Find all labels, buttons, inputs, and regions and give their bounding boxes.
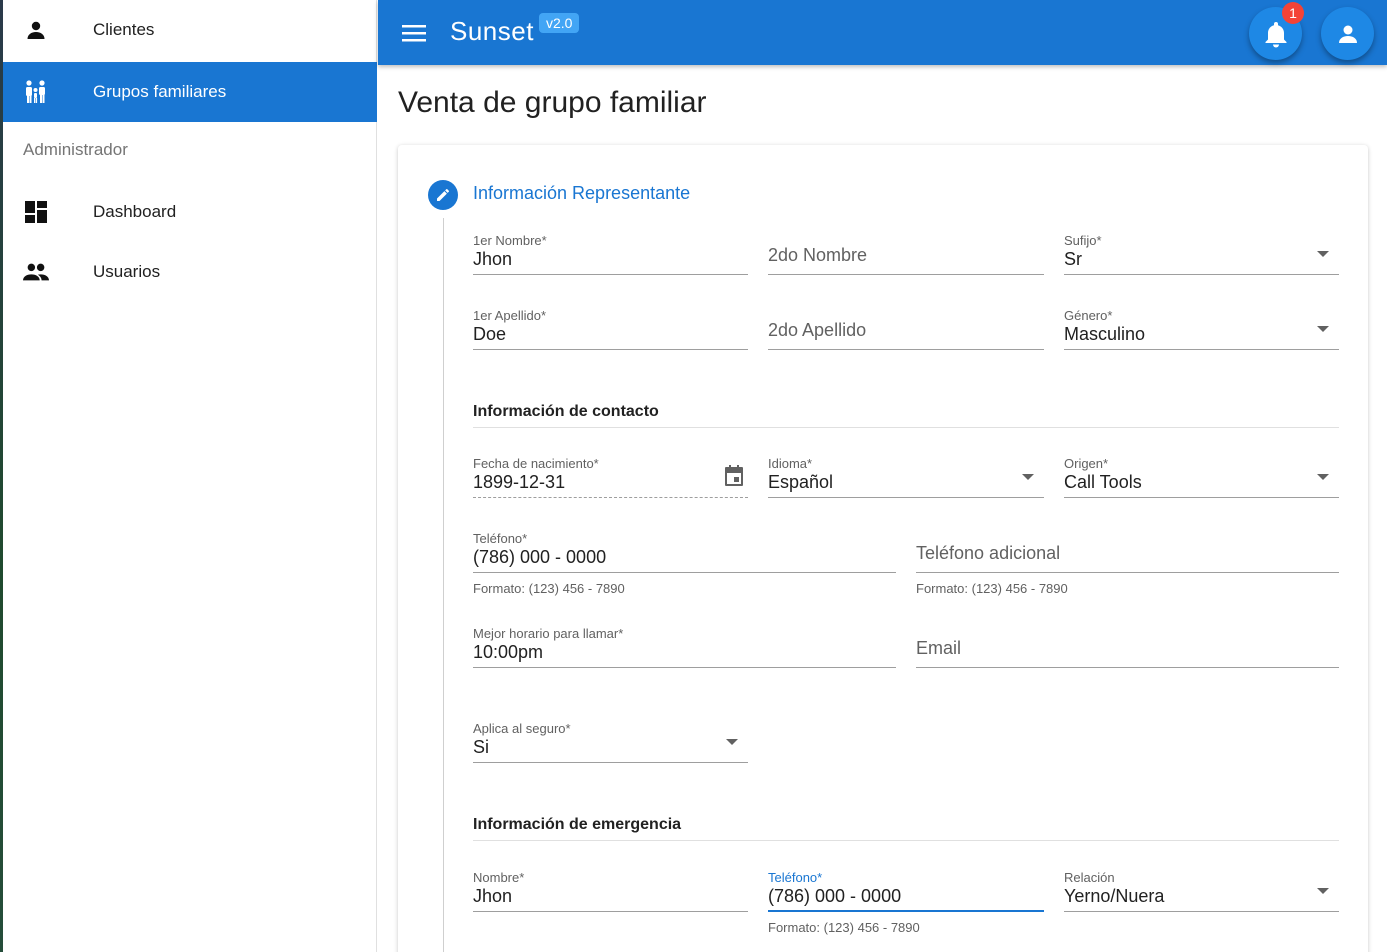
step-edit-indicator	[428, 180, 458, 210]
emergency-section-header: Información de emergencia	[473, 811, 1339, 841]
sidebar-item-grupos-familiares[interactable]: Grupos familiares	[3, 62, 377, 122]
dropdown-arrow-icon	[726, 739, 738, 745]
gender-select[interactable]: Género* Masculino	[1064, 300, 1339, 350]
calendar-icon[interactable]	[722, 464, 746, 488]
dropdown-arrow-icon	[1317, 474, 1329, 480]
emergency-phone-format-hint: Formato: (123) 456 - 7890	[768, 920, 920, 935]
sidebar-item-label: Clientes	[93, 20, 155, 39]
extra-phone-format-hint: Formato: (123) 456 - 7890	[916, 581, 1068, 596]
field-value: Español	[768, 472, 834, 492]
menu-icon	[402, 25, 426, 42]
field-label: Nombre*	[473, 870, 525, 885]
phone-field[interactable]: Teléfono* (786) 000 - 0000	[473, 523, 896, 573]
language-select[interactable]: Idioma* Español	[768, 448, 1044, 498]
first-name-field[interactable]: 1er Nombre* Jhon	[473, 225, 748, 275]
person-icon	[23, 18, 49, 42]
field-label: Teléfono*	[768, 870, 823, 885]
field-value: Jhon	[473, 249, 513, 269]
extra-phone-field[interactable]: Teléfono adicional	[916, 523, 1339, 573]
app-title: Sunset	[450, 16, 534, 46]
field-value: Masculino	[1064, 324, 1146, 344]
section-title: Información de contacto	[473, 403, 659, 420]
sidebar-item-label: Usuarios	[93, 262, 161, 281]
dropdown-arrow-icon	[1022, 474, 1034, 480]
second-name-field[interactable]: 2do Nombre	[768, 225, 1044, 275]
suffix-select[interactable]: Sufijo* Sr	[1064, 225, 1339, 275]
sidebar: Clientes Grupos familiares Administrador…	[3, 0, 377, 952]
emergency-phone-field[interactable]: Teléfono* (786) 000 - 0000	[768, 862, 1044, 912]
field-label: Mejor horario para llamar*	[473, 626, 624, 641]
menu-button[interactable]	[398, 20, 430, 46]
field-label: Género*	[1064, 308, 1113, 323]
phone-format-hint: Formato: (123) 456 - 7890	[473, 581, 625, 596]
step-title[interactable]: Información Representante	[473, 183, 690, 204]
best-time-field[interactable]: Mejor horario para llamar* 10:00pm	[473, 618, 896, 668]
contact-section-header: Información de contacto	[473, 398, 1339, 428]
first-lastname-field[interactable]: 1er Apellido* Doe	[473, 300, 748, 350]
sidebar-item-label: Grupos familiares	[93, 82, 227, 101]
page-title: Venta de grupo familiar	[398, 86, 707, 119]
bell-icon	[1265, 21, 1286, 47]
sidebar-item-clientes[interactable]: Clientes	[3, 0, 377, 60]
account-button[interactable]	[1321, 7, 1374, 60]
dropdown-arrow-icon	[1317, 251, 1329, 257]
field-value: Doe	[473, 324, 507, 344]
relation-select[interactable]: Relación Yerno/Nuera	[1064, 862, 1339, 912]
field-label: Fecha de nacimiento*	[473, 456, 599, 471]
field-value: Sr	[1064, 249, 1082, 269]
field-label: Origen*	[1064, 456, 1109, 471]
field-value: 1899-12-31	[473, 472, 566, 492]
field-value: (786) 000 - 0000	[768, 886, 902, 906]
sidebar-admin-header: Administrador	[23, 140, 128, 159]
dropdown-arrow-icon	[1317, 888, 1329, 894]
field-label: Aplica al seguro*	[473, 721, 571, 736]
field-placeholder: Teléfono adicional	[916, 543, 1061, 563]
field-value: (786) 000 - 0000	[473, 547, 607, 567]
sidebar-item-label: Dashboard	[93, 202, 177, 221]
family-icon	[23, 80, 49, 104]
field-value: Yerno/Nuera	[1064, 886, 1165, 906]
field-value: Call Tools	[1064, 472, 1142, 492]
field-label: 1er Apellido*	[473, 308, 546, 323]
people-icon	[23, 260, 49, 284]
field-label: Idioma*	[768, 456, 813, 471]
origin-select[interactable]: Origen* Call Tools	[1064, 448, 1339, 498]
dashboard-icon	[23, 200, 49, 224]
field-value: 10:00pm	[473, 642, 544, 662]
notification-count-badge: 1	[1282, 2, 1304, 24]
field-value: Si	[473, 737, 490, 757]
insurance-select[interactable]: Aplica al seguro* Si	[473, 713, 748, 763]
field-value: Jhon	[473, 886, 513, 906]
field-placeholder: 2do Apellido	[768, 320, 867, 340]
emergency-name-field[interactable]: Nombre* Jhon	[473, 862, 748, 912]
field-placeholder: 2do Nombre	[768, 245, 868, 265]
app-bar: Sunset v2.0 1	[378, 0, 1387, 65]
section-title: Información de emergencia	[473, 816, 682, 833]
dropdown-arrow-icon	[1317, 326, 1329, 332]
version-badge: v2.0	[539, 13, 580, 33]
sidebar-item-dashboard[interactable]: Dashboard	[3, 182, 377, 242]
field-label: Relación	[1064, 870, 1115, 885]
email-field[interactable]: Email	[916, 618, 1339, 668]
birthdate-field[interactable]: Fecha de nacimiento* 1899-12-31	[473, 448, 748, 498]
field-label: 1er Nombre*	[473, 233, 547, 248]
account-icon	[1338, 25, 1357, 43]
field-placeholder: Email	[916, 638, 962, 658]
field-label: Teléfono*	[473, 531, 528, 546]
field-label: Sufijo*	[1064, 233, 1102, 248]
pencil-icon	[437, 188, 450, 201]
stepper-line	[443, 218, 444, 952]
sidebar-item-usuarios[interactable]: Usuarios	[3, 242, 377, 302]
second-lastname-field[interactable]: 2do Apellido	[768, 300, 1044, 350]
